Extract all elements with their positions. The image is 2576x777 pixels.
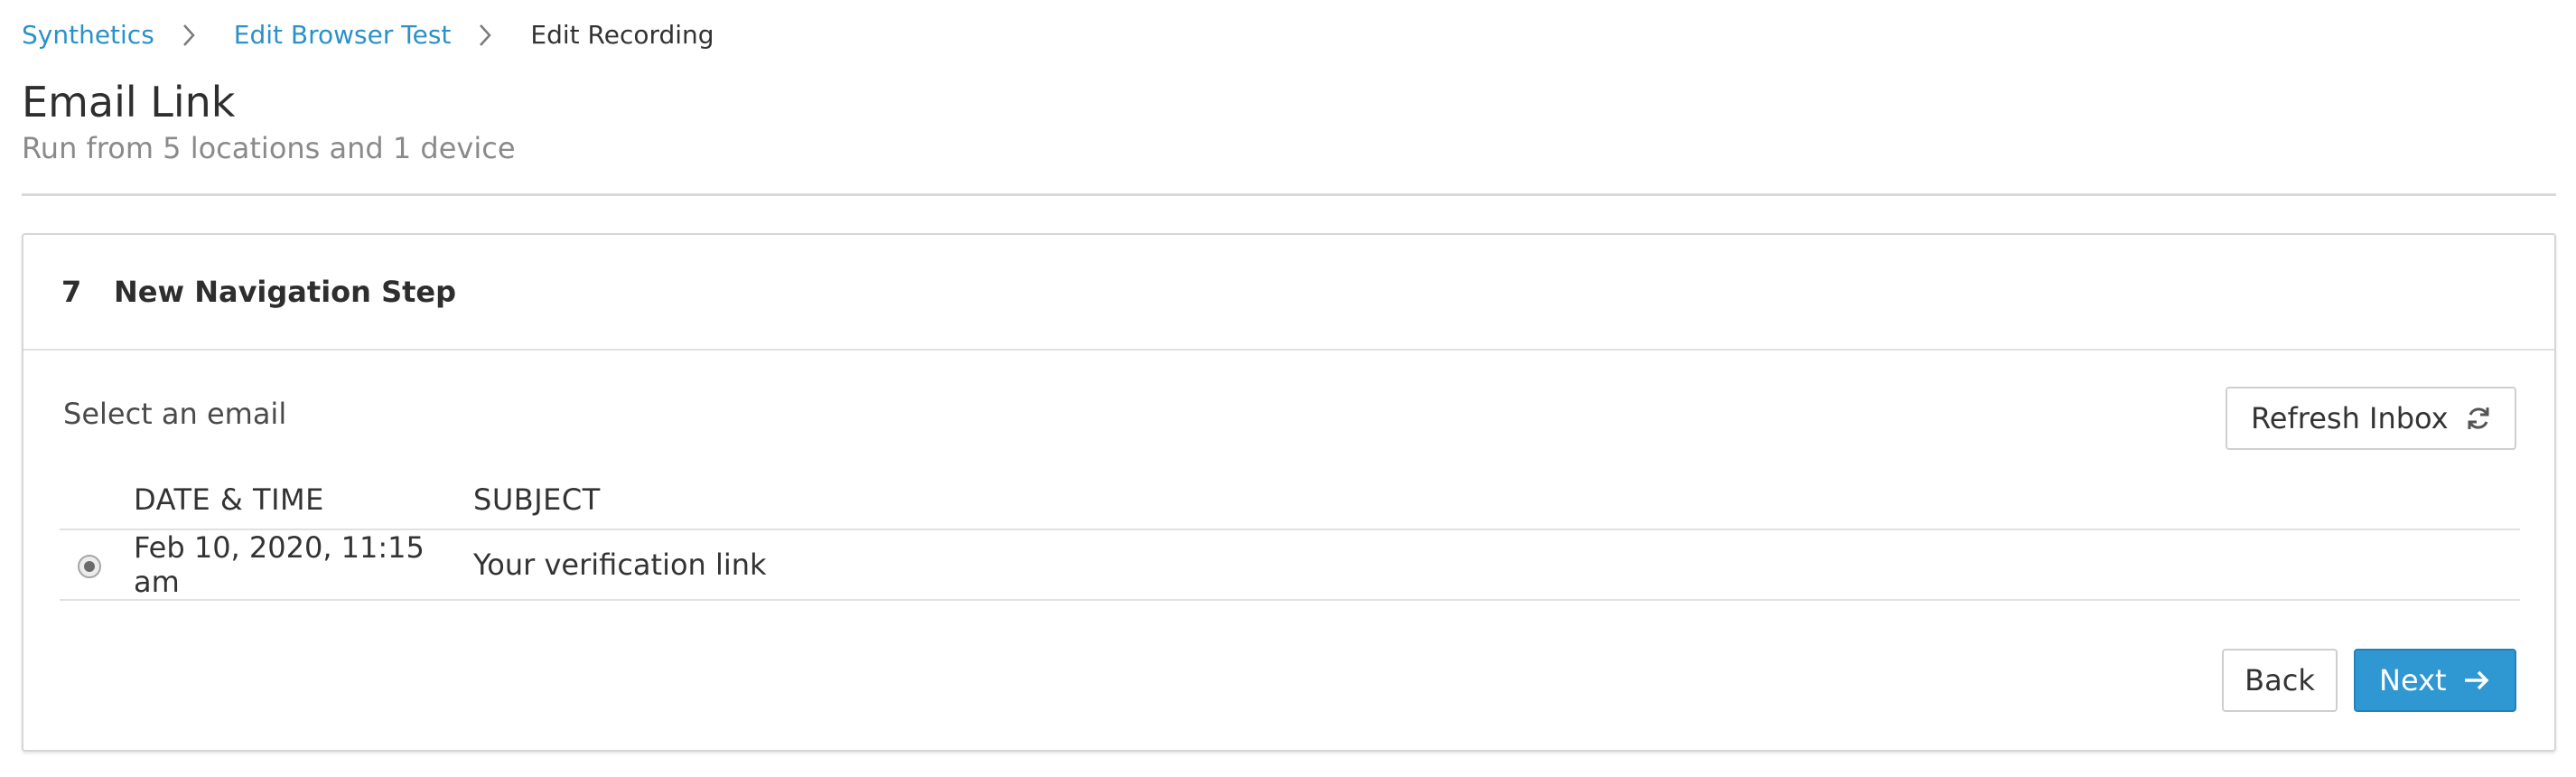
next-label: Next — [2379, 663, 2447, 697]
page: Synthetics Edit Browser Test Edit Record… — [0, 0, 2576, 777]
arrow-right-icon — [2463, 669, 2490, 692]
back-button[interactable]: Back — [2222, 649, 2338, 712]
step-header: 7 New Navigation Step — [23, 235, 2554, 351]
breadcrumb-link-synthetics[interactable]: Synthetics — [22, 20, 154, 50]
breadcrumb-link-edit-browser-test[interactable]: Edit Browser Test — [234, 20, 452, 50]
page-title: Email Link — [22, 78, 236, 126]
header-date-time: DATE & TIME — [134, 470, 473, 530]
table-row[interactable]: Feb 10, 2020, 11:15 am Your verification… — [60, 529, 2520, 601]
step-title: New Navigation Step — [114, 275, 457, 309]
refresh-inbox-label: Refresh Inbox — [2251, 401, 2449, 435]
header-divider — [22, 193, 2556, 196]
breadcrumb-current: Edit Recording — [530, 19, 714, 50]
page-subtitle: Run from 5 locations and 1 device — [22, 131, 516, 165]
email-radio-selected[interactable] — [78, 555, 101, 578]
select-email-label: Select an email — [63, 397, 287, 431]
chevron-right-icon — [478, 16, 501, 52]
header-select — [60, 470, 134, 530]
breadcrumb: Synthetics Edit Browser Test Edit Record… — [22, 16, 714, 52]
email-table: DATE & TIME SUBJECT Feb 10, 2020, 11:15 … — [60, 470, 2520, 601]
step-number: 7 — [61, 275, 82, 309]
next-button[interactable]: Next — [2354, 649, 2516, 712]
refresh-inbox-button[interactable]: Refresh Inbox — [2226, 387, 2516, 450]
table-header-row: DATE & TIME SUBJECT — [60, 470, 2520, 530]
header-subject: SUBJECT — [473, 470, 2520, 530]
row-date: Feb 10, 2020, 11:15 am — [134, 529, 473, 601]
refresh-icon — [2465, 405, 2492, 432]
row-select-cell — [60, 529, 134, 601]
step-panel: 7 New Navigation Step Select an email Re… — [22, 233, 2556, 752]
row-subject: Your verification link — [473, 529, 2520, 601]
chevron-right-icon — [182, 16, 205, 52]
